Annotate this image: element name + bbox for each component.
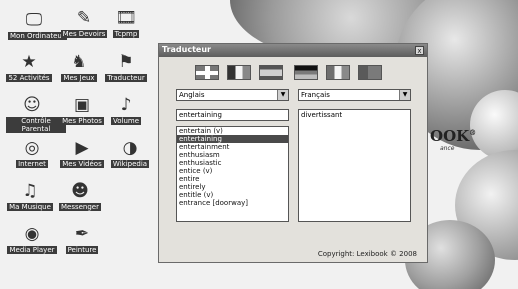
desktop-icon-mes-videos[interactable]: ▶ Mes Vidéos bbox=[56, 138, 108, 182]
desktop-icon-traducteur[interactable]: ⚑ Traducteur bbox=[100, 52, 152, 96]
spain-flag-icon[interactable] bbox=[259, 65, 283, 80]
media-player-icon: ◉ bbox=[24, 224, 40, 244]
source-language-value: Anglais bbox=[179, 91, 205, 99]
desktop-icon-volume[interactable]: ♪ Volume bbox=[100, 95, 152, 139]
parental-control-icon: ☺ bbox=[23, 95, 41, 115]
desktop-icon-wikipedia[interactable]: ◑ Wikipedia bbox=[104, 138, 156, 182]
desktop-icon-mes-jeux[interactable]: ♞ Mes Jeux bbox=[53, 52, 105, 96]
word-input[interactable]: entertaining bbox=[176, 109, 289, 121]
desktop-icon-media-player[interactable]: ◉ Media Player bbox=[6, 224, 58, 268]
computer-icon: 🖵 bbox=[25, 10, 43, 30]
desktop-icon-messenger[interactable]: ☻ Messenger bbox=[54, 181, 106, 225]
list-item[interactable]: entrance [doorway] bbox=[177, 199, 288, 207]
translation-output: divertissant bbox=[298, 109, 411, 222]
target-language-value: Français bbox=[301, 91, 330, 99]
list-item[interactable]: enthusiastic bbox=[177, 159, 288, 167]
list-item[interactable]: entitle (v) bbox=[177, 191, 288, 199]
photos-icon: ▣ bbox=[73, 95, 91, 115]
italy-flag-icon[interactable] bbox=[326, 65, 350, 80]
uk-flag-icon[interactable] bbox=[195, 65, 219, 80]
window-title: Traducteur bbox=[162, 45, 211, 54]
copyright-text: Copyright: Lexibook © 2008 bbox=[317, 250, 417, 258]
list-item[interactable]: entice (v) bbox=[177, 167, 288, 175]
desktop-icon-controle-parental[interactable]: ☺ Contrôle Parental bbox=[6, 95, 66, 139]
list-item-selected[interactable]: entertaining bbox=[177, 135, 288, 143]
france-flag-icon[interactable] bbox=[227, 65, 251, 80]
paint-icon: ✒ bbox=[74, 224, 90, 244]
list-item[interactable]: entertain (v) bbox=[177, 127, 288, 135]
desktop-icon-ma-musique[interactable]: ♫ Ma Musique bbox=[4, 181, 56, 225]
window-titlebar[interactable]: Traducteur x bbox=[159, 44, 427, 57]
internet-icon: ◎ bbox=[24, 138, 40, 158]
desktop-icon-internet[interactable]: ◎ Internet bbox=[6, 138, 58, 182]
portugal-flag-icon[interactable] bbox=[358, 65, 382, 80]
chevron-down-icon[interactable]: ▼ bbox=[399, 90, 410, 100]
list-item[interactable]: enthusiasm bbox=[177, 151, 288, 159]
music-icon: ♫ bbox=[22, 181, 38, 201]
wallpaper-brand-sub: ance bbox=[440, 145, 455, 152]
desktop-icon-peinture[interactable]: ✒ Peinture bbox=[56, 224, 108, 268]
translator-window: Traducteur x Anglais ▼ Français ▼ entert… bbox=[158, 43, 428, 263]
chevron-down-icon[interactable]: ▼ bbox=[277, 90, 288, 100]
desktop-icon-tcpmp[interactable]: 🎞 Tcpmp bbox=[100, 8, 152, 52]
volume-icon: ♪ bbox=[120, 95, 132, 115]
target-language-select[interactable]: Français ▼ bbox=[298, 89, 411, 101]
desktop-icon-52-activites[interactable]: ★ 52 Activités bbox=[3, 52, 55, 96]
messenger-icon: ☻ bbox=[71, 181, 89, 201]
close-button[interactable]: x bbox=[415, 46, 424, 55]
activities-icon: ★ bbox=[21, 52, 37, 72]
translator-icon: ⚑ bbox=[118, 52, 134, 72]
homework-icon: ✎ bbox=[76, 8, 92, 28]
wikipedia-icon: ◑ bbox=[122, 138, 138, 158]
desktop-icon-mon-ordinateur[interactable]: 🖵 Mon Ordinateur bbox=[8, 10, 67, 54]
list-item[interactable]: entertainment bbox=[177, 143, 288, 151]
list-item[interactable]: entirely bbox=[177, 183, 288, 191]
source-language-select[interactable]: Anglais ▼ bbox=[176, 89, 289, 101]
wallpaper-brand: OOK® bbox=[430, 127, 477, 145]
germany-flag-icon[interactable] bbox=[294, 65, 318, 80]
list-item[interactable]: entire bbox=[177, 175, 288, 183]
film-icon: 🎞 bbox=[115, 8, 137, 28]
games-icon: ♞ bbox=[71, 52, 87, 72]
word-list[interactable]: entertain (v) entertaining entertainment… bbox=[176, 126, 289, 222]
videos-icon: ▶ bbox=[75, 138, 89, 158]
